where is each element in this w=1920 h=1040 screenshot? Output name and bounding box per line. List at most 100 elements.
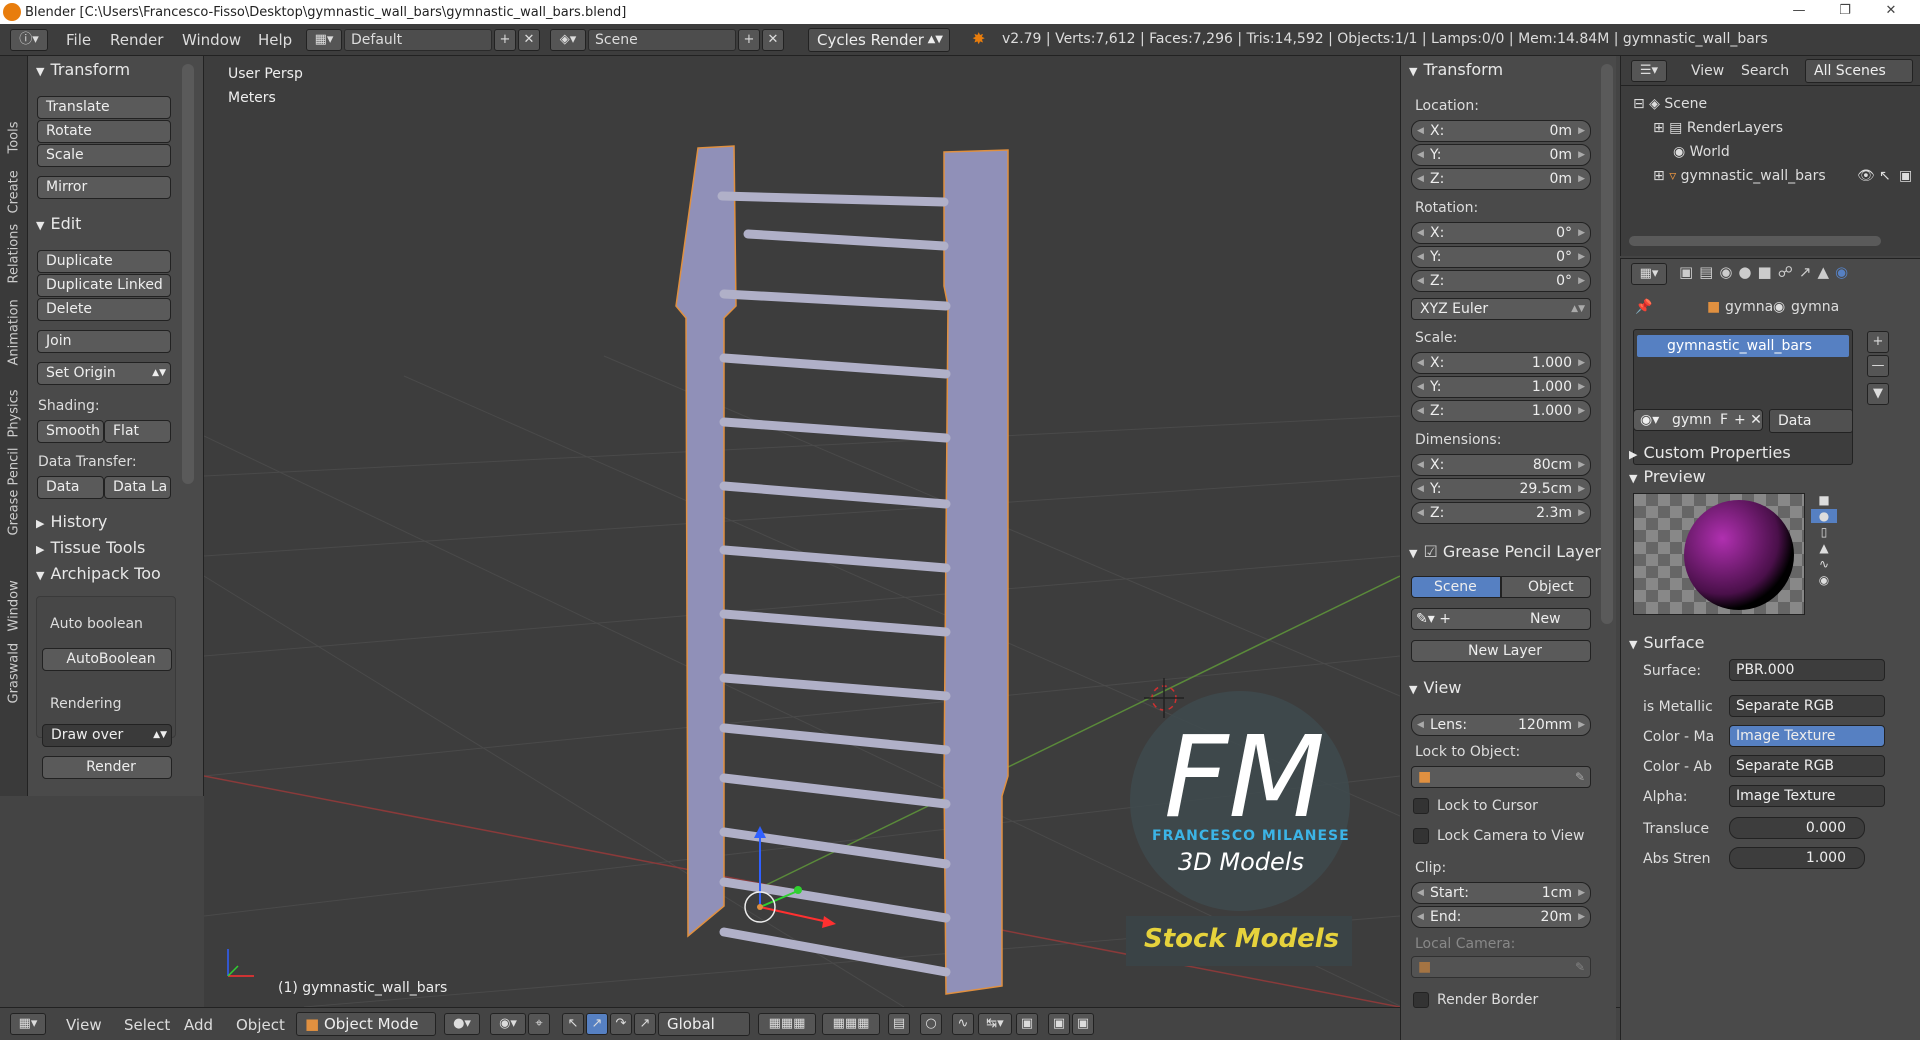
manipulator-icon[interactable]: ↗ bbox=[634, 1013, 656, 1035]
pivot-point-icon[interactable]: ◉▾ bbox=[490, 1013, 526, 1035]
outliner-item-scene[interactable]: ⊟ ◈ Scene bbox=[1633, 96, 1707, 112]
manipulator-toggle-icon[interactable]: ⌖ bbox=[528, 1013, 550, 1035]
data-layers-button[interactable]: Data La bbox=[104, 476, 171, 499]
input-color-ma-dropdown[interactable]: Image Texture bbox=[1729, 725, 1885, 747]
layers-grid-icon[interactable]: ▦▦▦ bbox=[758, 1013, 816, 1035]
editor-type-properties-icon[interactable]: ▦▾ bbox=[1631, 263, 1667, 285]
properties-tabs[interactable]: ▣▤◉●■☍↗▲◉ bbox=[1679, 263, 1919, 287]
pin-icon[interactable]: 📌 bbox=[1635, 299, 1652, 315]
render-button[interactable]: Render bbox=[42, 756, 172, 779]
render-camera-icon[interactable]: ▣ bbox=[1899, 168, 1912, 184]
translate-button[interactable]: Translate bbox=[37, 96, 171, 119]
add-slot-icon[interactable]: + bbox=[1867, 331, 1889, 353]
menu-window[interactable]: Window bbox=[172, 31, 251, 49]
rotation-x-field[interactable]: ◀ X: 0° ▶ bbox=[1411, 222, 1591, 244]
3d-viewport[interactable]: User Persp Meters (1) gymnastic_wall_bar… bbox=[204, 56, 1400, 1007]
scale-button[interactable]: Scale bbox=[37, 144, 171, 167]
translucency-slider[interactable]: 0.000 bbox=[1729, 817, 1865, 839]
scale-z-field[interactable]: ◀ Z: 1.000 ▶ bbox=[1411, 400, 1591, 422]
lens-field[interactable]: ◀ Lens: 120mm ▶ bbox=[1411, 714, 1591, 736]
selectable-cursor-icon[interactable]: ↖ bbox=[1879, 168, 1891, 184]
material-link-dropdown[interactable]: Data bbox=[1769, 409, 1853, 433]
data-transfer-button[interactable]: Data bbox=[37, 476, 104, 499]
tab-tools[interactable]: Tools bbox=[7, 121, 22, 153]
outliner-item-world[interactable]: ◉ World bbox=[1673, 144, 1730, 160]
remove-layout-icon[interactable]: ✕ bbox=[518, 29, 540, 51]
autoboolean-button[interactable]: AutoBoolean bbox=[42, 648, 172, 671]
npanel-scrollbar[interactable] bbox=[1601, 64, 1613, 624]
outliner-item-renderlayers[interactable]: ⊞ ▤ RenderLayers bbox=[1653, 120, 1783, 136]
dimension-y-field[interactable]: ◀ Y: 29.5cm ▶ bbox=[1411, 478, 1591, 500]
npanel-grease-header[interactable]: ▼ ☑ Grease Pencil Layer bbox=[1409, 542, 1601, 561]
outliner-item-object[interactable]: ⊞ ▿ gymnastic_wall_bars bbox=[1653, 168, 1826, 184]
npanel-view-header[interactable]: ▼ View bbox=[1409, 678, 1461, 697]
grease-scene-toggle[interactable]: Scene bbox=[1411, 576, 1501, 598]
proportional-edit-icon[interactable]: ○ bbox=[920, 1013, 942, 1035]
abs-strength-slider[interactable]: 1.000 bbox=[1729, 847, 1865, 869]
outliner-filter-dropdown[interactable]: All Scenes bbox=[1805, 59, 1913, 83]
screen-layout-icon[interactable]: ▦▾ bbox=[306, 29, 342, 51]
object-mode-dropdown[interactable]: ■ Object Mode bbox=[296, 1012, 436, 1036]
scale-x-field[interactable]: ◀ X: 1.000 ▶ bbox=[1411, 352, 1591, 374]
tab-relations[interactable]: Relations bbox=[7, 224, 22, 284]
scene-field[interactable]: Scene bbox=[588, 29, 736, 51]
scale-manipulator-icon[interactable]: ↷ bbox=[610, 1013, 632, 1035]
rotation-mode-dropdown[interactable]: XYZ Euler ▲▼ bbox=[1411, 298, 1591, 320]
add-scene-icon[interactable]: + bbox=[738, 29, 760, 51]
grease-object-toggle[interactable]: Object bbox=[1501, 576, 1591, 598]
clip-end-field[interactable]: ◀ End: 20m ▶ bbox=[1411, 906, 1591, 928]
material-datablock-field[interactable]: ◉▾ gymn F + ✕ bbox=[1633, 409, 1763, 431]
grease-new-button[interactable]: ✎▾ + New bbox=[1411, 608, 1591, 630]
lock-to-cursor-checkbox[interactable] bbox=[1413, 798, 1429, 814]
menu-file[interactable]: File bbox=[56, 31, 101, 49]
menu-render[interactable]: Render bbox=[100, 31, 173, 49]
npanel-transform-header[interactable]: ▼ Transform bbox=[1409, 60, 1503, 79]
menu-select[interactable]: Select bbox=[124, 1016, 170, 1034]
screen-layout-field[interactable]: Default bbox=[344, 29, 492, 51]
menu-help[interactable]: Help bbox=[248, 31, 302, 49]
preview-type-buttons[interactable]: ■ ● ▯ ▲ ∿ ◉ bbox=[1811, 493, 1837, 615]
opengl-render-icon[interactable]: ▣ bbox=[1016, 1013, 1038, 1035]
menu-view[interactable]: View bbox=[66, 1016, 102, 1034]
rotation-z-field[interactable]: ◀ Z: 0° ▶ bbox=[1411, 270, 1591, 292]
tab-physics[interactable]: Physics bbox=[7, 389, 22, 437]
snap-icon[interactable]: ∿ bbox=[952, 1013, 974, 1035]
delete-button[interactable]: Delete bbox=[37, 298, 171, 321]
scale-y-field[interactable]: ◀ Y: 1.000 ▶ bbox=[1411, 376, 1591, 398]
clip-start-field[interactable]: ◀ Start: 1cm ▶ bbox=[1411, 882, 1591, 904]
tab-graswald[interactable]: Graswald bbox=[7, 643, 22, 704]
remove-scene-icon[interactable]: ✕ bbox=[762, 29, 784, 51]
visibility-eye-icon[interactable]: 👁 bbox=[1857, 168, 1875, 184]
rotation-y-field[interactable]: ◀ Y: 0° ▶ bbox=[1411, 246, 1591, 268]
shade-flat-button[interactable]: Flat bbox=[104, 420, 171, 443]
panel-transform-header[interactable]: ▼ Transform bbox=[36, 60, 130, 79]
tab-create[interactable]: Create bbox=[7, 170, 22, 213]
shade-smooth-button[interactable]: Smooth bbox=[37, 420, 104, 443]
surface-shader-dropdown[interactable]: PBR.000 bbox=[1729, 659, 1885, 681]
outliner-search-menu[interactable]: Search bbox=[1741, 63, 1789, 79]
lock-object-field[interactable]: ■ ✎ bbox=[1411, 766, 1591, 788]
snap-element-icon[interactable]: ↹▾ bbox=[978, 1013, 1012, 1035]
local-camera-field[interactable]: ■ ✎ bbox=[1411, 956, 1591, 978]
draw-over-dropdown[interactable]: Draw over ▲▼ bbox=[42, 724, 172, 747]
surface-header[interactable]: ▼ Surface bbox=[1629, 633, 1704, 652]
close-window-button[interactable]: ✕ bbox=[1868, 0, 1914, 24]
rotate-button[interactable]: Rotate bbox=[37, 120, 171, 143]
add-layout-icon[interactable]: + bbox=[494, 29, 516, 51]
custom-properties-header[interactable]: ▶ Custom Properties bbox=[1629, 443, 1791, 462]
dimension-z-field[interactable]: ◀ Z: 2.3m ▶ bbox=[1411, 502, 1591, 524]
panel-history-header[interactable]: ▶ History bbox=[36, 512, 107, 531]
tab-animation[interactable]: Animation bbox=[7, 299, 22, 365]
input-alpha-dropdown[interactable]: Image Texture bbox=[1729, 785, 1885, 807]
tab-grease-pencil[interactable]: Grease Pencil bbox=[7, 448, 22, 536]
dimension-x-field[interactable]: ◀ X: 80cm ▶ bbox=[1411, 454, 1591, 476]
render-image-icon[interactable]: ▣ bbox=[1048, 1013, 1070, 1035]
panel-tissue-header[interactable]: ▶ Tissue Tools bbox=[36, 538, 145, 557]
set-origin-dropdown[interactable]: Set Origin ▲▼ bbox=[37, 362, 171, 385]
panel-archipack-header[interactable]: ▼ Archipack Too bbox=[36, 564, 161, 583]
editor-type-3d-icon[interactable]: ▦▾ bbox=[10, 1013, 46, 1035]
editor-type-info-icon[interactable]: ⓘ▾ bbox=[10, 29, 48, 51]
duplicate-button[interactable]: Duplicate bbox=[37, 250, 171, 273]
tool-shelf-scrollbar[interactable] bbox=[182, 64, 194, 484]
maximize-button[interactable]: ❐ bbox=[1822, 0, 1868, 24]
